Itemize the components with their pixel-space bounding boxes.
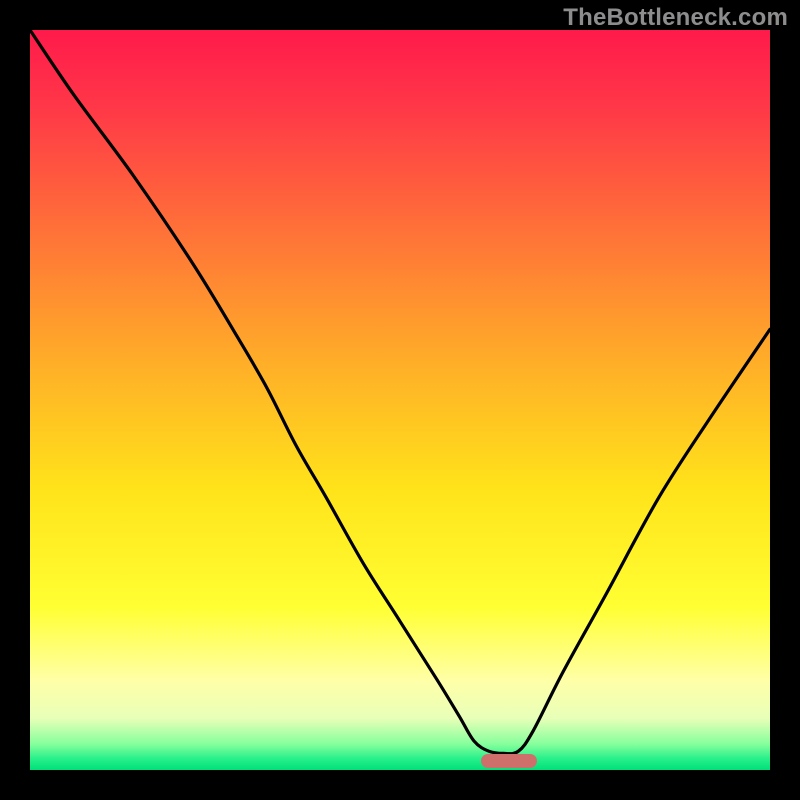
plot-area [30, 30, 770, 770]
chart-frame: TheBottleneck.com [0, 0, 800, 800]
optimal-marker [481, 754, 537, 768]
bottleneck-curve [30, 30, 770, 770]
watermark-text: TheBottleneck.com [563, 4, 788, 32]
